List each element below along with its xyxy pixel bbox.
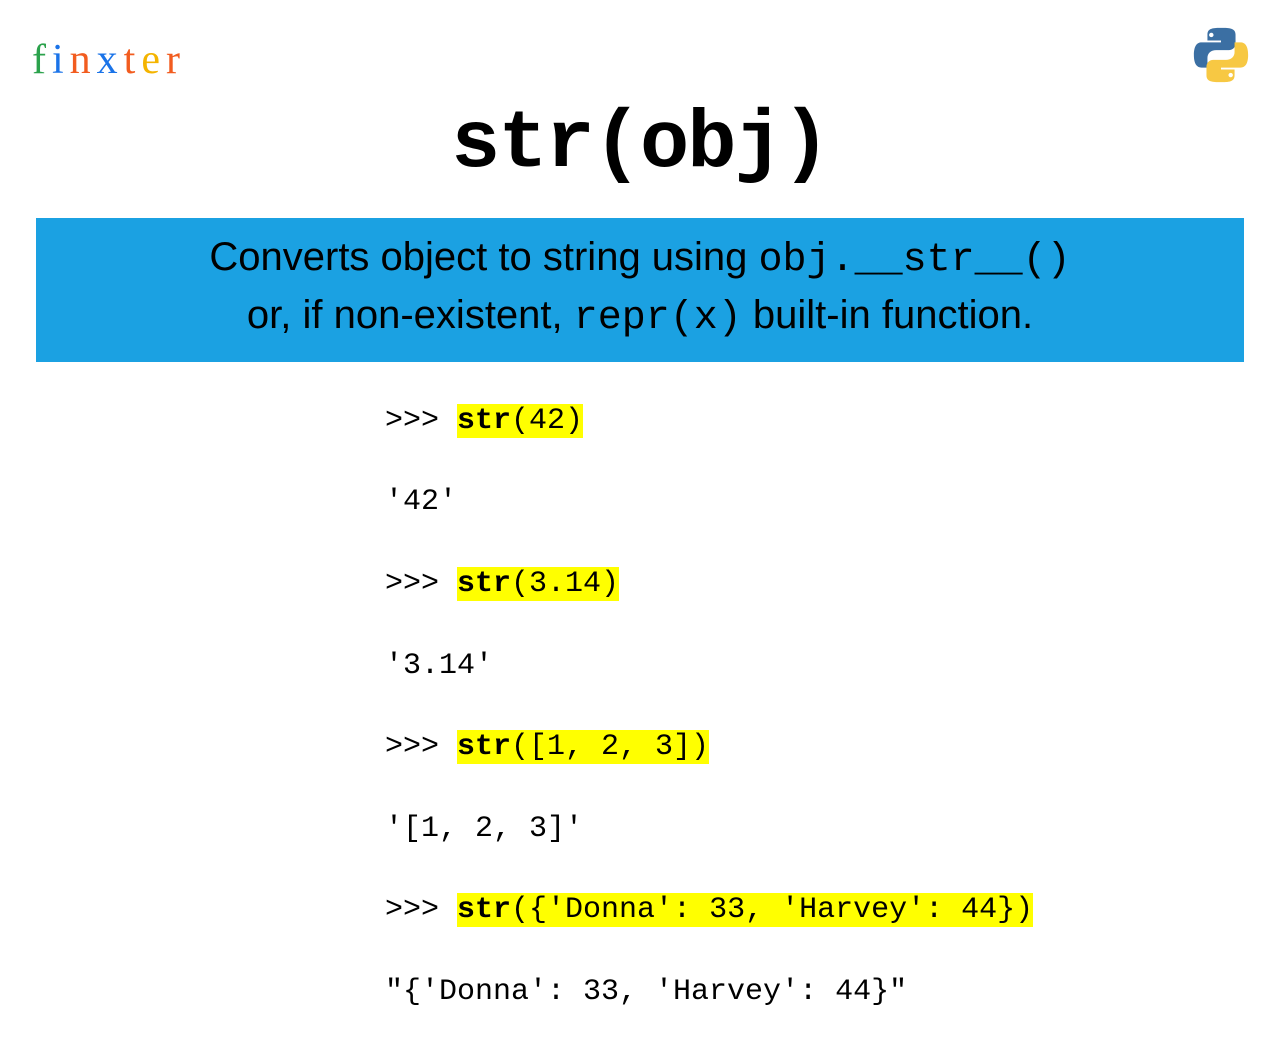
code-line: >>> str(42) bbox=[385, 401, 1033, 442]
brand-letter: t bbox=[124, 36, 142, 84]
python-icon bbox=[1190, 24, 1252, 86]
brand-letter: f bbox=[32, 36, 52, 84]
desc-code: obj.__str__() bbox=[759, 238, 1071, 283]
code-examples: >>> str(42) '42' >>> str(3.14) '3.14' >>… bbox=[385, 360, 1033, 1054]
repl-prompt: >>> bbox=[385, 893, 457, 927]
code-line: >>> str([1, 2, 3]) bbox=[385, 727, 1033, 768]
code-output: '42' bbox=[385, 482, 1033, 523]
page-title: str(obj) bbox=[0, 98, 1280, 191]
brand-letter: n bbox=[70, 36, 97, 84]
brand-logo: finxter bbox=[32, 36, 186, 84]
code-call: str({'Donna': 33, 'Harvey': 44}) bbox=[457, 893, 1033, 927]
desc-text: built-in function. bbox=[742, 293, 1033, 337]
repl-prompt: >>> bbox=[385, 567, 457, 601]
code-line: >>> str(3.14) bbox=[385, 564, 1033, 605]
code-call: str([1, 2, 3]) bbox=[457, 730, 709, 764]
brand-letter: i bbox=[52, 36, 70, 84]
description-bar: Converts object to string using obj.__st… bbox=[36, 218, 1244, 362]
brand-letter: e bbox=[141, 36, 166, 84]
code-output: "{'Donna': 33, 'Harvey': 44}" bbox=[385, 972, 1033, 1013]
code-call: str(42) bbox=[457, 404, 583, 438]
brand-letter: x bbox=[97, 36, 124, 84]
code-output: '3.14' bbox=[385, 646, 1033, 687]
desc-text: Converts object to string using bbox=[209, 235, 758, 279]
desc-text: or, if non-existent, bbox=[247, 293, 574, 337]
code-call: str(3.14) bbox=[457, 567, 619, 601]
code-output: '[1, 2, 3]' bbox=[385, 809, 1033, 850]
code-line: >>> str({'Donna': 33, 'Harvey': 44}) bbox=[385, 890, 1033, 931]
brand-letter: r bbox=[166, 36, 186, 84]
repl-prompt: >>> bbox=[385, 404, 457, 438]
repl-prompt: >>> bbox=[385, 730, 457, 764]
desc-code: repr(x) bbox=[574, 296, 742, 341]
